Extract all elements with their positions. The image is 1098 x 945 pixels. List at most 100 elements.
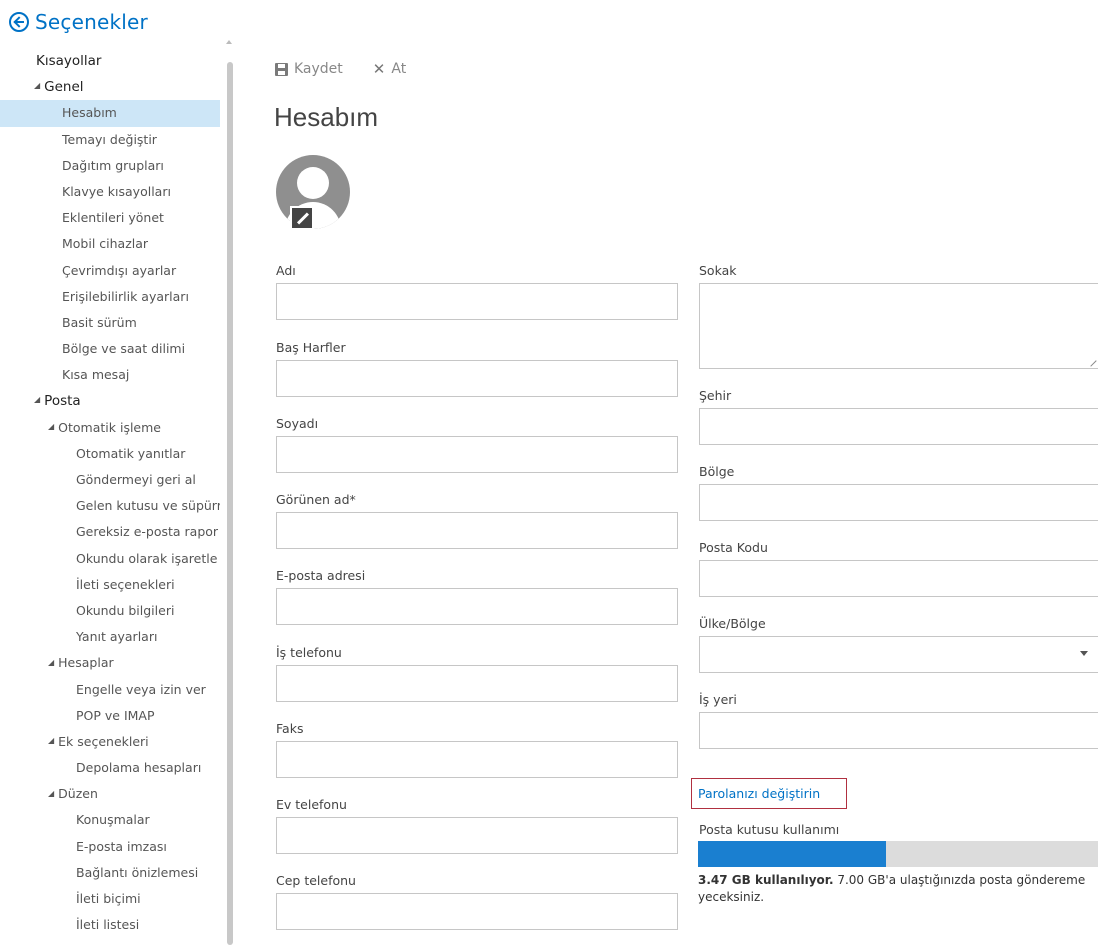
sidebar-item[interactable]: İleti biçimi	[0, 886, 220, 912]
sidebar-item[interactable]: Klavye kısayolları	[0, 179, 220, 205]
save-button[interactable]: Kaydet	[275, 61, 343, 77]
chevron-down-icon[interactable]	[1080, 651, 1088, 656]
sidebar-item-label: Bölge ve saat dilimi	[62, 341, 186, 357]
sidebar-item-label: İleti biçimi	[76, 891, 141, 906]
expand-caret-icon[interactable]: ◢	[34, 388, 40, 413]
sidebar-item[interactable]: Yanıt ayarları	[0, 624, 220, 650]
sidebar-item[interactable]: Gereksiz e-posta rapor	[0, 519, 220, 545]
text-input[interactable]	[276, 436, 678, 473]
field-label: Posta Kodu	[699, 540, 768, 555]
sidebar-item[interactable]: Okundu olarak işaretle	[0, 546, 220, 572]
sidebar-item[interactable]: Bağlantı önizlemesi	[0, 860, 220, 886]
sidebar-item[interactable]: Çevrimdışı ayarlar	[0, 258, 220, 284]
sidebar-item-label: İleti seçenekleri	[76, 576, 175, 592]
field-label: E-posta adresi	[276, 568, 366, 583]
field-label: Baş Harfler	[276, 340, 346, 355]
sidebar-item[interactable]: Dağıtım grupları	[0, 153, 220, 179]
sidebar-item[interactable]: Gelen kutusu ve süpürr	[0, 493, 220, 519]
sidebar-item[interactable]: ◢ Düzen	[0, 781, 220, 807]
sidebar-item-label: Ek seçenekleri	[58, 733, 149, 749]
field-label: Bölge	[699, 464, 735, 479]
sidebar-item[interactable]: Bölge ve saat dilimi	[0, 336, 220, 362]
expand-caret-icon[interactable]: ◢	[48, 415, 54, 441]
sidebar-scrollbar[interactable]	[224, 40, 234, 945]
sidebar-item-label: Engelle veya izin ver	[76, 681, 206, 697]
sidebar-item[interactable]: Otomatik yanıtlar	[0, 441, 220, 467]
sidebar-item-label: Klavye kısayolları	[62, 183, 171, 199]
expand-caret-icon[interactable]: ◢	[48, 650, 54, 676]
text-input[interactable]	[699, 560, 1098, 597]
resize-grip-icon[interactable]	[1085, 355, 1097, 367]
mailbox-usage-bar	[698, 841, 1098, 867]
sidebar-item-label: Gelen kutusu ve süpürr	[76, 498, 220, 514]
sidebar-item-label: Posta	[44, 393, 81, 410]
change-password-link[interactable]: Parolanızı değiştirin	[691, 778, 847, 809]
form-field: Cep telefonu	[276, 873, 678, 933]
sidebar-item-label: Otomatik işleme	[58, 419, 161, 435]
sidebar-item[interactable]: ◢ Genel	[0, 74, 220, 100]
sidebar-item-label: POP ve IMAP	[76, 707, 155, 723]
select-dropdown[interactable]	[699, 636, 1098, 673]
sidebar-item[interactable]: Konuşmalar	[0, 807, 220, 833]
scroll-thumb[interactable]	[227, 62, 233, 945]
text-input[interactable]	[276, 588, 678, 625]
sidebar-nav: Kısayollar ◢ Genel Hesabım Temayı değiştir Da…	[0, 48, 220, 945]
text-input[interactable]	[699, 484, 1098, 521]
expand-caret-icon[interactable]: ◢	[34, 74, 40, 99]
sidebar-item[interactable]: POP ve IMAP	[0, 703, 220, 729]
sidebar-item[interactable]: Hesabım	[0, 100, 220, 127]
sidebar-item[interactable]: ◢ Ek seçenekleri	[0, 729, 220, 755]
sidebar-item[interactable]: Mobil cihazlar	[0, 231, 220, 257]
sidebar-item[interactable]: E-posta imzası	[0, 834, 220, 860]
discard-button[interactable]: ✕ At	[373, 60, 406, 78]
sidebar-item-label: Otomatik yanıtlar	[76, 445, 186, 461]
sidebar-item[interactable]: Kısayollar	[0, 48, 220, 74]
sidebar-item-label: Okundu olarak işaretle	[76, 550, 218, 566]
form-field: Baş Harfler	[276, 340, 678, 400]
text-input[interactable]	[699, 712, 1098, 749]
sidebar-item-label: Eklentileri yönet	[62, 210, 164, 226]
edit-photo-pencil-icon[interactable]	[290, 206, 314, 230]
sidebar-item-label: Temayı değiştir	[62, 131, 157, 147]
sidebar-item[interactable]: Erişilebilirlik ayarları	[0, 284, 220, 310]
form-field: Sokak	[699, 263, 1098, 371]
sidebar-item[interactable]: Basit sürüm	[0, 310, 220, 336]
back-arrow-icon[interactable]	[9, 12, 29, 32]
sidebar-item-label: Mobil cihazlar	[62, 236, 149, 252]
sidebar-item[interactable]: Temayı değiştir	[0, 127, 220, 153]
text-input[interactable]	[276, 665, 678, 702]
scroll-up-arrow-icon[interactable]	[226, 40, 232, 44]
text-input[interactable]	[699, 408, 1098, 445]
textarea-input[interactable]	[699, 283, 1098, 369]
sidebar-item[interactable]: Okundu bilgileri	[0, 598, 220, 624]
sidebar-item-label: Basit sürüm	[62, 314, 137, 330]
sidebar-item-label: Kısayollar	[36, 53, 102, 69]
sidebar-item[interactable]: ◢ Posta	[0, 388, 220, 414]
sidebar-item[interactable]: Depolama hesapları	[0, 755, 220, 781]
text-input[interactable]	[276, 741, 678, 778]
sidebar-item[interactable]: İleti seçenekleri	[0, 572, 220, 598]
sidebar-item[interactable]: ◢ Hesaplar	[0, 650, 220, 676]
sidebar-item[interactable]: Kısa mesaj	[0, 362, 220, 388]
sidebar-item[interactable]: Eklentileri yönet	[0, 205, 220, 231]
expand-caret-icon[interactable]: ◢	[48, 729, 54, 755]
form-field: İş telefonu	[276, 645, 678, 705]
sidebar-item[interactable]: ◢ Otomatik işleme	[0, 415, 220, 441]
sidebar-item-label: Okundu bilgileri	[76, 602, 175, 618]
sidebar-item-label: Genel	[44, 79, 84, 96]
sidebar-item[interactable]: Göndermeyi geri al	[0, 467, 220, 493]
form-field: Ülke/Bölge	[699, 616, 1098, 675]
field-label: Görünen ad*	[276, 492, 356, 507]
sidebar-item-label: Göndermeyi geri al	[76, 472, 196, 487]
text-input[interactable]	[276, 512, 678, 549]
text-input[interactable]	[276, 817, 678, 854]
sidebar-item[interactable]: Engelle veya izin ver	[0, 677, 220, 703]
sidebar-item[interactable]: İleti listesi	[0, 912, 220, 938]
sidebar-item-label: Çevrimdışı ayarlar	[62, 262, 177, 278]
expand-caret-icon[interactable]: ◢	[48, 781, 54, 807]
mailbox-usage-text: 3.47 GB kullanılıyor. 7.00 GB'a ulaştığı…	[698, 872, 1098, 906]
text-input[interactable]	[276, 360, 678, 397]
text-input[interactable]	[276, 283, 678, 320]
text-input[interactable]	[276, 893, 678, 930]
toolbar: Kaydet ✕ At	[275, 60, 406, 78]
